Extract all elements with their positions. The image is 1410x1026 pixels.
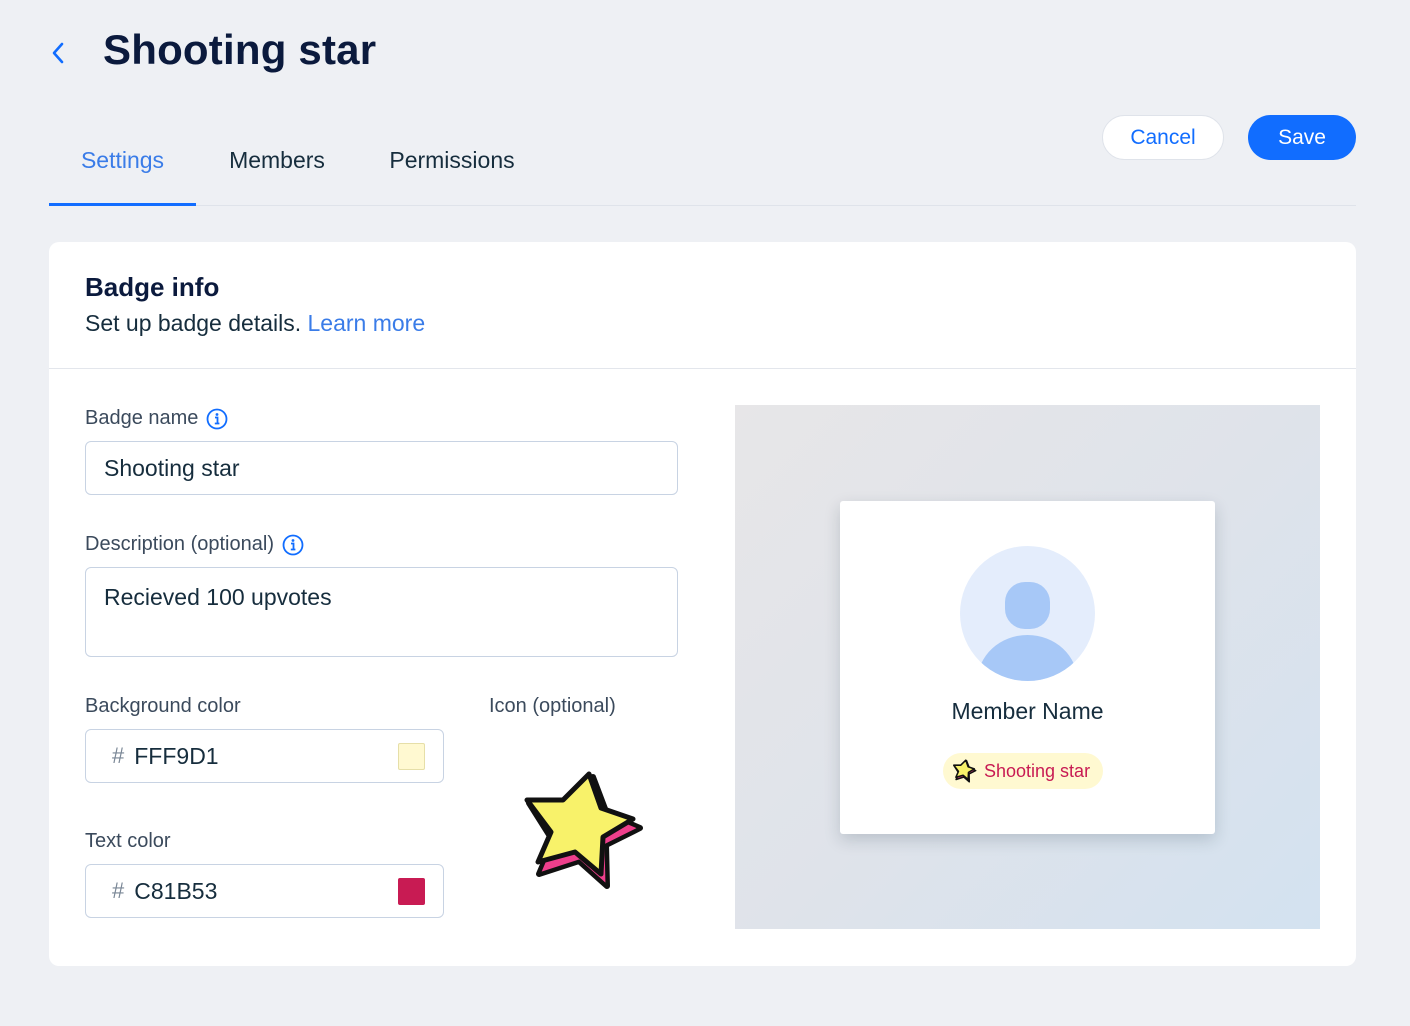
member-name: Member Name [951,698,1104,724]
subtitle-text: Set up badge details. [85,310,302,336]
tab-members[interactable]: Members [224,130,330,206]
description-label-row: Description (optional) [85,533,304,556]
save-button[interactable]: Save [1248,115,1356,160]
bg-color-label: Background color [85,695,241,717]
star-icon[interactable] [523,768,647,892]
description-textarea[interactable]: Recieved 100 upvotes [85,567,678,657]
description-label: Description (optional) [85,533,274,555]
badge-preview: Member Name Shooting star [735,405,1320,929]
bg-color-swatch[interactable] [398,742,425,770]
badge-preview-pill: Shooting star [943,753,1104,789]
tab-settings[interactable]: Settings [49,130,196,206]
badge-name-label-row: Badge name [85,407,228,430]
bg-color-input[interactable]: # FFF9D1 [85,729,444,783]
bg-color-value: FFF9D1 [134,742,219,769]
text-color-label: Text color [85,830,171,852]
card-header: Badge info Set up badge details. Learn m… [49,242,1356,369]
text-color-swatch[interactable] [398,877,425,905]
avatar-icon [960,546,1095,681]
text-color-input[interactable]: # C81B53 [85,864,444,918]
info-icon[interactable] [206,408,228,430]
chevron-left-icon [52,42,64,64]
back-button[interactable] [42,36,74,70]
badge-preview-label: Shooting star [984,760,1091,781]
learn-more-link[interactable]: Learn more [308,310,426,336]
cancel-button[interactable]: Cancel [1102,115,1224,160]
icon-label: Icon (optional) [489,695,616,717]
preview-member-card: Member Name Shooting star [840,501,1215,834]
info-icon[interactable] [282,534,304,556]
badge-name-input[interactable]: Shooting star [85,441,678,495]
badge-info-card: Badge info Set up badge details. Learn m… [49,242,1356,966]
card-title: Badge info [85,272,220,302]
hash-prefix: # [112,878,125,903]
hash-prefix: # [112,743,125,768]
star-icon [953,759,977,783]
badge-name-label: Badge name [85,407,199,429]
text-color-value: C81B53 [134,877,218,904]
tab-permissions[interactable]: Permissions [384,130,520,206]
page-title: Shooting star [103,26,377,73]
card-subtitle: Set up badge details. Learn more [85,310,1320,337]
